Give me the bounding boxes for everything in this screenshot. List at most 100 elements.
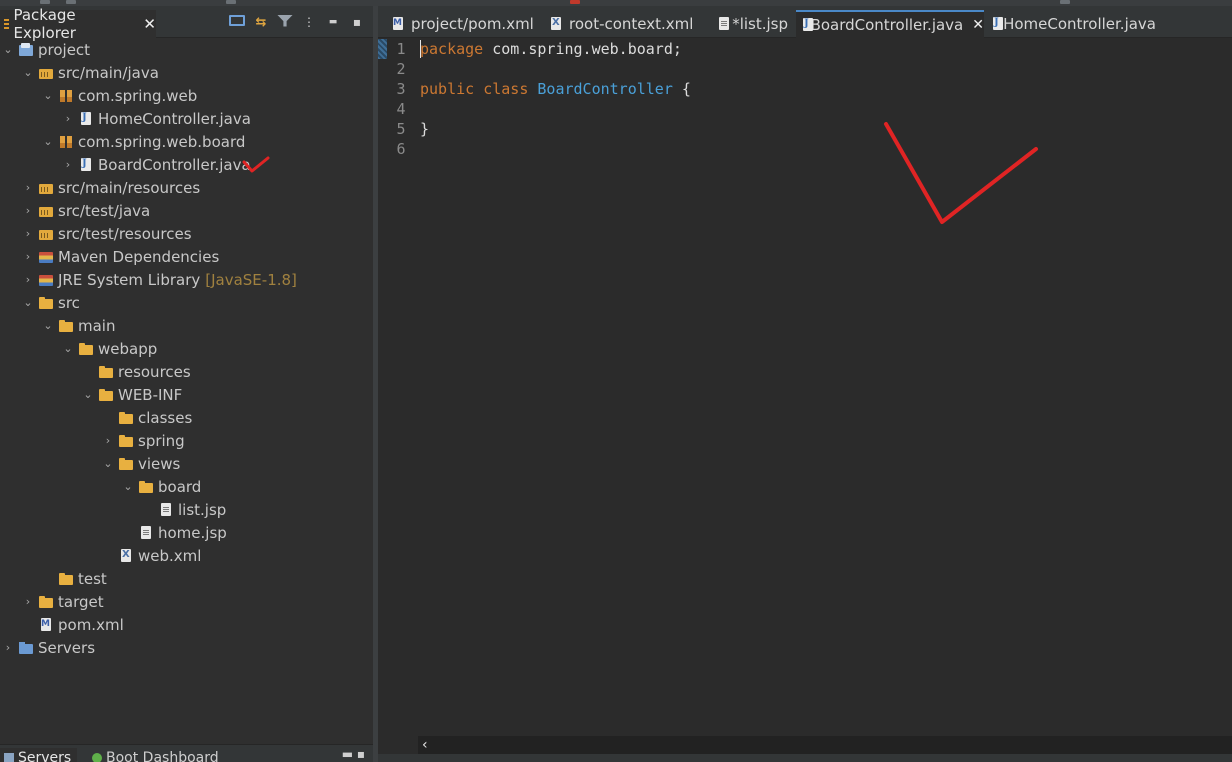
code-line[interactable]: 1 package com.spring.web.board; <box>378 39 1232 59</box>
toolbar-button[interactable] <box>66 0 76 4</box>
chevron-down-icon[interactable]: ⌄ <box>102 452 114 475</box>
text-token: { <box>672 80 691 98</box>
tree-item[interactable]: › target <box>0 590 373 613</box>
close-icon[interactable]: ✕ <box>143 15 156 33</box>
tree-item-label: src/test/java <box>58 201 151 220</box>
toolbar-button[interactable] <box>570 0 580 4</box>
chevron-right-icon[interactable]: › <box>22 245 34 268</box>
tab-servers[interactable]: Servers <box>0 748 78 762</box>
tree-item[interactable]: › JRE System Library [JavaSE-1.8] <box>0 268 373 291</box>
view-menu-icon[interactable]: ⋮ <box>301 15 317 29</box>
chevron-down-icon[interactable]: ⌄ <box>122 475 134 498</box>
collapse-all-icon[interactable] <box>229 15 245 29</box>
toolbar-button[interactable] <box>1060 0 1070 4</box>
line-number: 5 <box>396 120 406 138</box>
editor-tab[interactable]: root-context.xml <box>544 10 704 38</box>
link-with-editor-icon[interactable]: ⇆ <box>253 15 269 30</box>
toolbar-button[interactable] <box>40 0 50 4</box>
tree-item-label: Servers <box>38 638 96 657</box>
project-icon <box>18 42 34 58</box>
tab-package-explorer[interactable]: Package Explorer ✕ <box>0 6 156 42</box>
maximize-icon[interactable]: ▪ <box>349 15 365 29</box>
tree-item[interactable]: pom.xml <box>0 613 373 636</box>
horizontal-scrollbar[interactable]: ‹ <box>418 736 1232 754</box>
chevron-right-icon[interactable]: › <box>2 636 14 659</box>
tree-item[interactable]: web.xml <box>0 544 373 567</box>
tree-item[interactable]: ⌄ views <box>0 452 373 475</box>
folder-icon <box>78 341 94 357</box>
tree-item[interactable]: classes <box>0 406 373 429</box>
tree-item-label: list.jsp <box>178 500 227 519</box>
eclipse-window: Package Explorer ✕ ⇆ ⋮ ▬ ▪ ⌄ project ⌄ src/… <box>0 0 1232 762</box>
minimize-icon[interactable]: ▬ ▪ <box>342 747 365 761</box>
chevron-right-icon[interactable]: › <box>22 268 34 291</box>
package-icon <box>58 134 74 150</box>
servers-icon <box>4 753 14 762</box>
toolbar-button[interactable] <box>226 0 236 4</box>
chevron-down-icon[interactable]: ⌄ <box>82 383 94 406</box>
chevron-right-icon[interactable]: › <box>22 199 34 222</box>
tree-item[interactable]: ⌄ src/main/java <box>0 61 373 84</box>
chevron-right-icon[interactable]: › <box>102 429 114 452</box>
editor-tab[interactable]: project/pom.xml <box>386 10 536 38</box>
tree-item[interactable]: ⌄ WEB-INF <box>0 383 373 406</box>
tree-item[interactable]: ⌄ project <box>0 38 373 61</box>
chevron-right-icon[interactable]: › <box>22 176 34 199</box>
tree-item[interactable]: ⌄ board <box>0 475 373 498</box>
chevron-down-icon[interactable]: ⌄ <box>42 130 54 153</box>
tree-item[interactable]: ⌄ webapp <box>0 337 373 360</box>
tree-item[interactable]: ⌄ src <box>0 291 373 314</box>
keyword-token: class <box>483 80 529 98</box>
line-number: 2 <box>396 60 406 78</box>
tree-item-label: board <box>158 477 202 496</box>
close-icon[interactable]: ✕ <box>972 17 984 33</box>
editor-tab[interactable]: BoardController.java ✕ <box>796 10 984 38</box>
tree-item-label: com.spring.web.board <box>78 132 246 151</box>
tree-item[interactable]: › Servers <box>0 636 373 659</box>
code-line[interactable]: 5} <box>378 119 1232 139</box>
tree-item[interactable]: › BoardController.java <box>0 153 373 176</box>
tree-item-label: project <box>38 40 91 59</box>
tab-boot-dashboard[interactable]: Boot Dashboard <box>92 748 219 762</box>
chevron-right-icon[interactable]: › <box>22 590 34 613</box>
tree-item[interactable]: ⌄ com.spring.web.board <box>0 130 373 153</box>
tree-item[interactable]: list.jsp <box>0 498 373 521</box>
tree-item[interactable]: › HomeController.java <box>0 107 373 130</box>
filter-icon[interactable] <box>277 14 293 30</box>
boot-dashboard-icon <box>92 753 102 762</box>
chevron-down-icon[interactable]: ⌄ <box>22 61 34 84</box>
code-editor[interactable]: 1 package com.spring.web.board; 2 3 public c… <box>378 38 1232 736</box>
tree-item[interactable]: home.jsp <box>0 521 373 544</box>
folder-icon <box>38 295 54 311</box>
tree-item[interactable]: ⌄ main <box>0 314 373 337</box>
minimize-icon[interactable]: ▬ <box>325 17 341 27</box>
editor-tab[interactable]: *list.jsp <box>712 10 788 38</box>
chevron-right-icon[interactable]: › <box>62 107 74 130</box>
tree-item[interactable]: resources <box>0 360 373 383</box>
editor-tab[interactable]: HomeController.java <box>986 10 1156 38</box>
tree-item[interactable]: test <box>0 567 373 590</box>
code-line[interactable]: 6 <box>378 139 1232 159</box>
line-number: 1 <box>396 40 406 58</box>
chevron-down-icon[interactable]: ⌄ <box>42 314 54 337</box>
tree-item-label: src <box>58 293 80 312</box>
tree-item[interactable]: ⌄ com.spring.web <box>0 84 373 107</box>
code-line[interactable]: 3 public class BoardController { <box>378 79 1232 99</box>
chevron-right-icon[interactable]: › <box>62 153 74 176</box>
tree-item[interactable]: › Maven Dependencies <box>0 245 373 268</box>
chevron-down-icon[interactable]: ⌄ <box>2 38 14 61</box>
tree-item[interactable]: › src/main/resources <box>0 176 373 199</box>
chevron-down-icon[interactable]: ⌄ <box>62 337 74 360</box>
chevron-down-icon[interactable]: ⌄ <box>42 84 54 107</box>
code-line[interactable]: 2 <box>378 59 1232 79</box>
tree-item[interactable]: › spring <box>0 429 373 452</box>
tree-item[interactable]: › src/test/java <box>0 199 373 222</box>
code-line[interactable]: 4 <box>378 99 1232 119</box>
chevron-right-icon[interactable]: › <box>22 222 34 245</box>
scroll-left-icon[interactable]: ‹ <box>422 736 436 754</box>
tree-item[interactable]: › src/test/resources <box>0 222 373 245</box>
chevron-down-icon[interactable]: ⌄ <box>22 291 34 314</box>
